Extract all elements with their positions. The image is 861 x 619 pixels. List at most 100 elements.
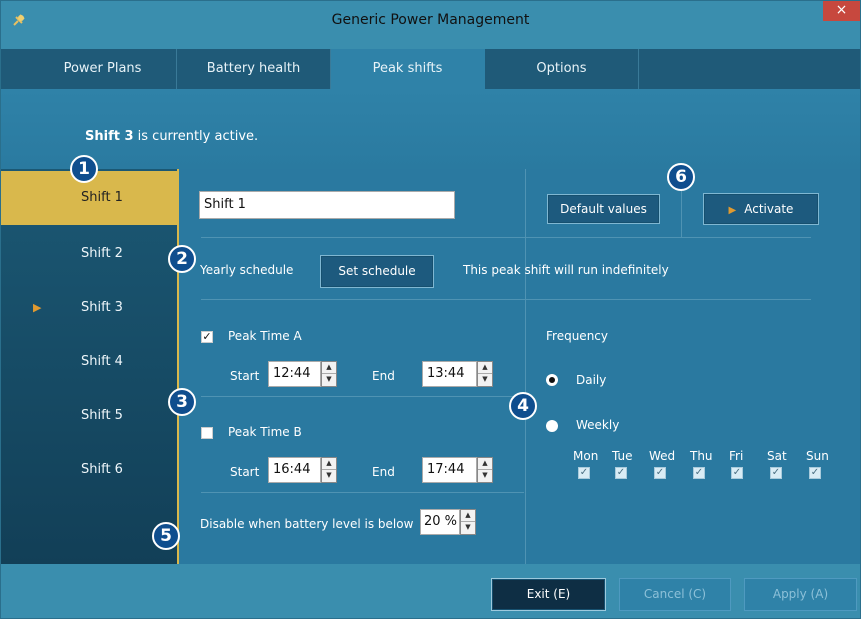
tab-options[interactable]: Options bbox=[485, 49, 639, 89]
daily-radio[interactable] bbox=[546, 374, 558, 386]
tab-label: Power Plans bbox=[63, 61, 142, 76]
close-button[interactable]: × bbox=[823, 1, 860, 21]
callout-badge-1: 1 bbox=[70, 155, 98, 183]
active-shift-suffix: is currently active. bbox=[133, 129, 259, 144]
callout-badge-5: 5 bbox=[152, 522, 180, 550]
title-bar: Generic Power Management × bbox=[1, 1, 860, 39]
footer-bar: Exit (E) Cancel (C) Apply (A) bbox=[1, 564, 860, 618]
peak-b-end-input[interactable]: 17:44 bbox=[422, 457, 477, 483]
spin-down-icon[interactable]: ▼ bbox=[478, 374, 492, 386]
shift-label: Shift 5 bbox=[81, 408, 123, 423]
button-label: Set schedule bbox=[338, 264, 416, 278]
peak-b-checkbox[interactable] bbox=[201, 427, 213, 439]
day-checkbox-wed[interactable]: ✓ bbox=[654, 467, 666, 479]
shift-item-6[interactable]: Shift 6 bbox=[1, 443, 177, 497]
callout-badge-2: 2 bbox=[168, 245, 196, 273]
peak-a-start-input[interactable]: 12:44 bbox=[268, 361, 321, 387]
peak-a-label: Peak Time A bbox=[228, 329, 302, 343]
shift-item-5[interactable]: Shift 5 bbox=[1, 389, 177, 443]
power-plug-icon bbox=[13, 14, 25, 26]
day-checkbox-sat[interactable]: ✓ bbox=[770, 467, 782, 479]
active-arrow-icon: ▶ bbox=[33, 301, 42, 314]
shift-label: Shift 6 bbox=[81, 462, 123, 477]
day-label-thu: Thu bbox=[690, 449, 713, 463]
tab-power-plans[interactable]: Power Plans bbox=[29, 49, 177, 89]
day-checkbox-sun[interactable]: ✓ bbox=[809, 467, 821, 479]
peak-a-checkbox[interactable]: ✓ bbox=[201, 331, 213, 343]
tab-label: Peak shifts bbox=[372, 61, 443, 76]
daily-label: Daily bbox=[576, 373, 607, 387]
day-checkbox-mon[interactable]: ✓ bbox=[578, 467, 590, 479]
active-shift-status: Shift 3 is currently active. bbox=[85, 129, 258, 144]
spin-up-icon[interactable]: ▲ bbox=[322, 362, 336, 374]
day-label-fri: Fri bbox=[729, 449, 744, 463]
button-label: Cancel (C) bbox=[643, 587, 707, 601]
divider bbox=[201, 299, 811, 300]
button-label: Default values bbox=[560, 202, 647, 216]
battery-threshold-spinner[interactable]: ▲ ▼ bbox=[460, 509, 476, 535]
spin-down-icon[interactable]: ▼ bbox=[322, 470, 336, 482]
divider bbox=[201, 237, 811, 238]
peak-a-start-label: Start bbox=[230, 369, 260, 383]
day-checkbox-tue[interactable]: ✓ bbox=[615, 467, 627, 479]
day-label-wed: Wed bbox=[649, 449, 676, 463]
peak-b-start-input[interactable]: 16:44 bbox=[268, 457, 321, 483]
shift-item-3[interactable]: ▶ Shift 3 bbox=[1, 281, 177, 335]
shift-label: Shift 3 bbox=[81, 300, 123, 315]
button-label: Exit (E) bbox=[526, 587, 571, 601]
spin-up-icon[interactable]: ▲ bbox=[478, 362, 492, 374]
window-title: Generic Power Management bbox=[331, 12, 530, 28]
set-schedule-button[interactable]: Set schedule bbox=[320, 255, 434, 288]
tab-label: Options bbox=[536, 61, 587, 76]
battery-threshold-input[interactable]: 20 % bbox=[420, 509, 460, 535]
peak-b-end-spinner[interactable]: ▲ ▼ bbox=[477, 457, 493, 483]
weekly-label: Weekly bbox=[576, 418, 620, 432]
button-label: Activate bbox=[744, 202, 794, 216]
shift-label: Shift 1 bbox=[81, 190, 123, 205]
default-values-button[interactable]: Default values bbox=[547, 194, 660, 224]
day-checkbox-thu[interactable]: ✓ bbox=[693, 467, 705, 479]
day-label-mon: Mon bbox=[573, 449, 599, 463]
peak-shift-panel: Shift 1 Shift 2 ▶ Shift 3 Shift 4 Shift 5… bbox=[1, 169, 860, 564]
spin-up-icon[interactable]: ▲ bbox=[322, 458, 336, 470]
weekly-radio[interactable] bbox=[546, 420, 558, 432]
status-bar: Shift 3 is currently active. bbox=[1, 89, 860, 169]
shift-item-4[interactable]: Shift 4 bbox=[1, 335, 177, 389]
peak-b-end-label: End bbox=[372, 465, 395, 479]
spin-up-icon[interactable]: ▲ bbox=[478, 458, 492, 470]
close-icon: × bbox=[835, 2, 848, 18]
divider bbox=[201, 492, 524, 493]
peak-a-end-input[interactable]: 13:44 bbox=[422, 361, 477, 387]
day-checkbox-fri[interactable]: ✓ bbox=[731, 467, 743, 479]
shift-name-input[interactable]: Shift 1 bbox=[199, 191, 455, 219]
cancel-button[interactable]: Cancel (C) bbox=[619, 578, 731, 611]
spin-down-icon[interactable]: ▼ bbox=[478, 470, 492, 482]
exit-button[interactable]: Exit (E) bbox=[491, 578, 606, 611]
day-label-sat: Sat bbox=[767, 449, 787, 463]
spin-down-icon[interactable]: ▼ bbox=[322, 374, 336, 386]
shift-list-border bbox=[177, 169, 179, 564]
spin-up-icon[interactable]: ▲ bbox=[461, 510, 475, 522]
peak-a-end-spinner[interactable]: ▲ ▼ bbox=[477, 361, 493, 387]
tab-battery-health[interactable]: Battery health bbox=[177, 49, 331, 89]
active-shift-name: Shift 3 bbox=[85, 129, 134, 144]
callout-badge-3: 3 bbox=[168, 388, 196, 416]
shift-item-2[interactable]: Shift 2 bbox=[1, 227, 177, 281]
peak-a-end-label: End bbox=[372, 369, 395, 383]
battery-threshold-label: Disable when battery level is below bbox=[200, 517, 414, 531]
divider bbox=[201, 396, 524, 397]
peak-b-start-label: Start bbox=[230, 465, 260, 479]
spin-down-icon[interactable]: ▼ bbox=[461, 522, 475, 534]
play-icon: ▶ bbox=[728, 205, 737, 216]
button-label: Apply (A) bbox=[772, 587, 829, 601]
shift-label: Shift 2 bbox=[81, 246, 123, 261]
frequency-label: Frequency bbox=[546, 329, 608, 343]
apply-button[interactable]: Apply (A) bbox=[744, 578, 857, 611]
peak-b-start-spinner[interactable]: ▲ ▼ bbox=[321, 457, 337, 483]
shift-label: Shift 4 bbox=[81, 354, 123, 369]
callout-badge-4: 4 bbox=[509, 392, 537, 420]
activate-button[interactable]: ▶ Activate bbox=[703, 193, 819, 225]
shift-list: Shift 1 Shift 2 ▶ Shift 3 Shift 4 Shift 5… bbox=[1, 169, 177, 564]
peak-a-start-spinner[interactable]: ▲ ▼ bbox=[321, 361, 337, 387]
tab-peak-shifts[interactable]: Peak shifts bbox=[331, 49, 485, 89]
